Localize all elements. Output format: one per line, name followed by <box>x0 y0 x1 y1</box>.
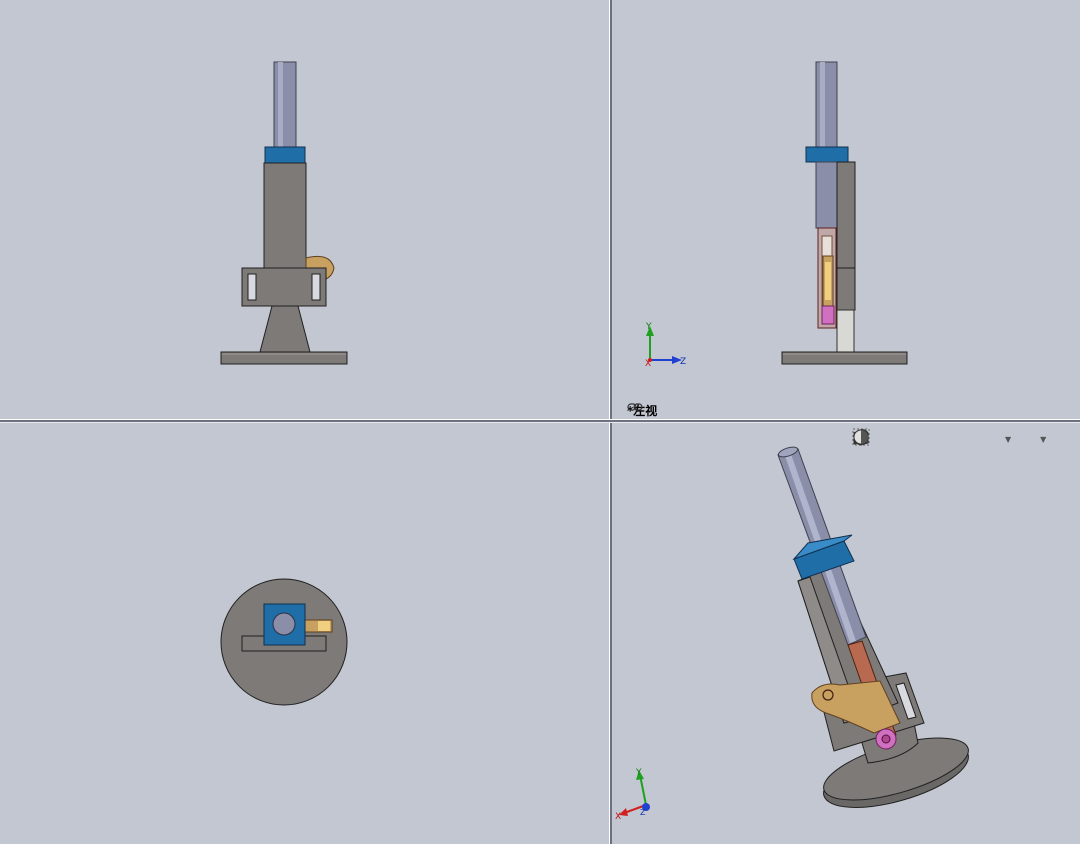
link-views-icon[interactable] <box>627 402 643 412</box>
block-side <box>836 267 856 311</box>
cylinder-shaft <box>273 61 297 151</box>
triad-z-label: Z <box>640 808 646 817</box>
isometric-view-model: Y X Z <box>615 446 969 822</box>
left-view-model: Y X Z <box>645 61 908 369</box>
front-view-model <box>220 61 348 365</box>
viewport-front[interactable] <box>0 0 609 419</box>
axis-triad: Y X Z <box>645 322 686 369</box>
triad-z-label: Z <box>680 357 686 367</box>
triad-x-label: X <box>645 359 651 369</box>
cylinder-highlight <box>278 62 283 150</box>
column-body <box>263 162 307 269</box>
cylinder-top <box>272 612 296 636</box>
y-axis-icon <box>639 774 647 806</box>
cylinder-highlight <box>820 62 825 150</box>
horizontal-viewport-splitter[interactable] <box>0 419 1080 423</box>
pink-pin <box>821 305 835 325</box>
axis-triad: Y X Z <box>615 768 650 822</box>
cylinder-lower <box>815 161 838 229</box>
right-slot <box>311 273 321 301</box>
viewport-isometric[interactable]: ▼ ▼ Y X Z <box>612 423 1080 844</box>
cylinder-shaft <box>815 61 838 151</box>
flared-neck <box>259 305 311 353</box>
cam-highlight <box>825 262 831 300</box>
triad-y-label: Y <box>635 768 642 778</box>
viewport-top[interactable] <box>0 423 609 844</box>
cam-highlight <box>318 621 330 631</box>
left-slot <box>247 273 257 301</box>
viewport-left[interactable]: Y X Z *左视 <box>612 0 1080 419</box>
triad-y-label: Y <box>645 322 652 332</box>
view-name-label[interactable]: *左视 <box>627 402 657 419</box>
pin-center <box>881 734 891 744</box>
blue-collar <box>264 146 306 164</box>
triad-x-label: X <box>615 812 621 822</box>
column-side <box>836 161 856 269</box>
top-view-model <box>220 578 348 706</box>
neck-side <box>836 309 855 353</box>
blue-collar <box>805 146 849 163</box>
cad-application: Y X Z *左视 ▼ ▼ Y X Z <box>0 0 1080 844</box>
